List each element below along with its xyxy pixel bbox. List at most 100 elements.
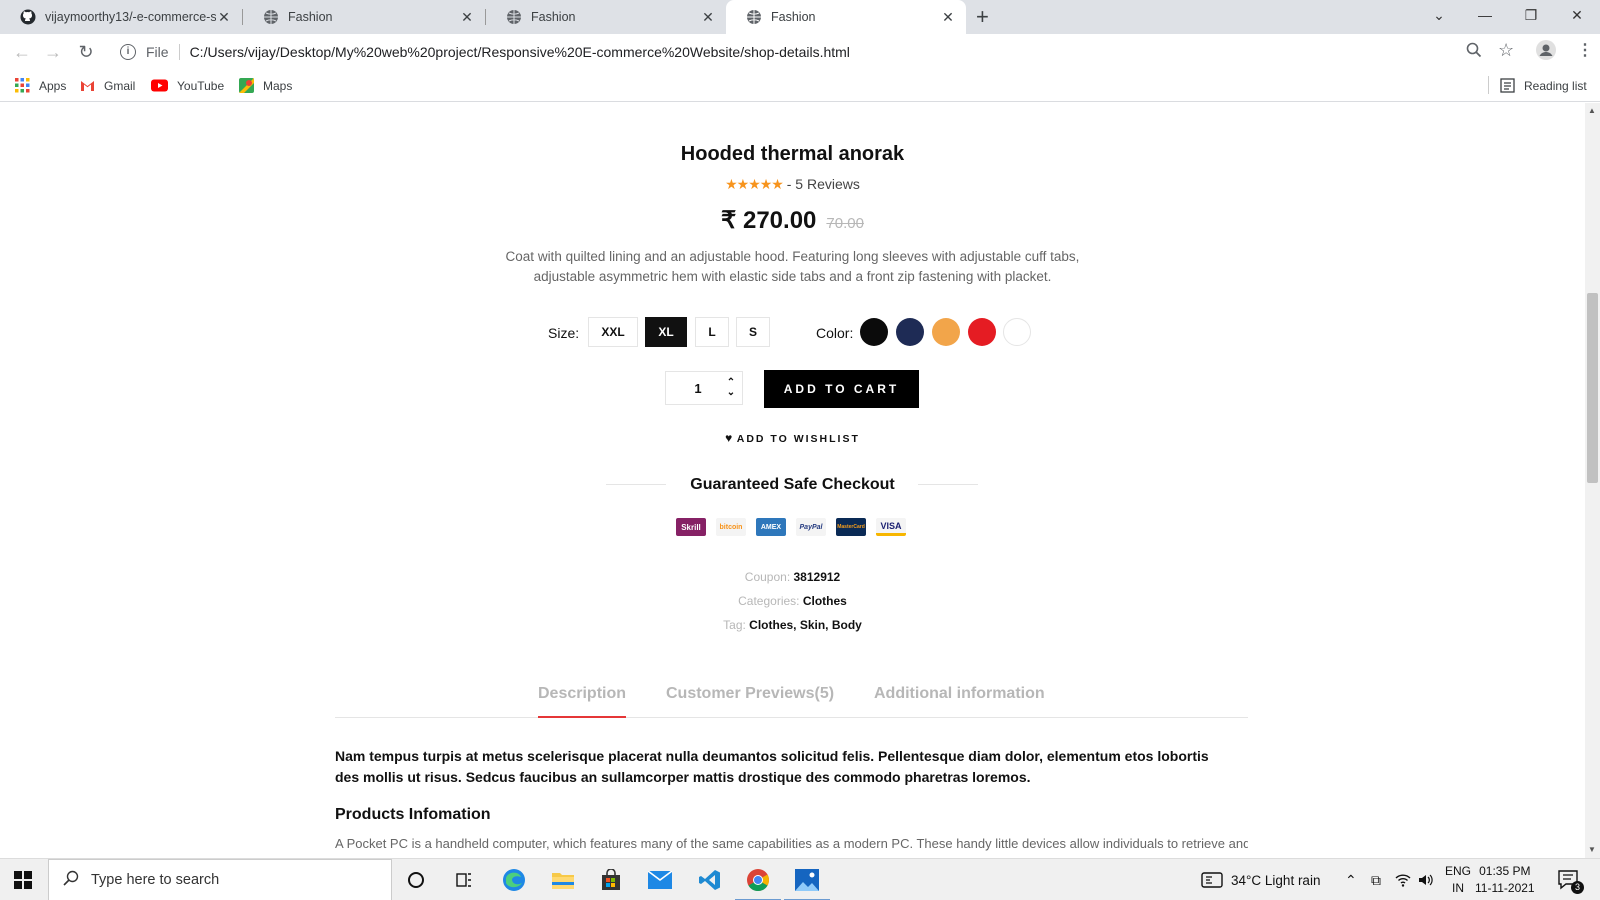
quantity-value[interactable]: 1	[666, 381, 720, 396]
clock-time: 01:35 PM	[1479, 864, 1531, 878]
bookmark-maps[interactable]: Maps	[239, 78, 292, 93]
coupon-row: Coupon: 3812912	[0, 570, 1585, 584]
show-hidden-icons-chevron-icon[interactable]: ⌃	[1345, 859, 1357, 900]
color-label: Color:	[816, 325, 854, 341]
scrollbar-thumb[interactable]	[1587, 293, 1598, 483]
browser-tab-fashion-1[interactable]: Fashion ✕	[243, 0, 485, 34]
taskbar-search-input[interactable]: Type here to search	[48, 859, 392, 900]
close-icon[interactable]: ✕	[940, 9, 956, 26]
clock-date: 11-11-2021	[1475, 881, 1535, 895]
restore-icon[interactable]: ❐	[1508, 0, 1554, 30]
input-language[interactable]: ENG IN	[1445, 863, 1471, 897]
device-icon[interactable]: ⧉	[1371, 859, 1381, 900]
color-swatch-navy[interactable]	[896, 318, 924, 346]
url-text: C:/Users/vijay/Desktop/My%20web%20projec…	[189, 44, 850, 60]
info-icon[interactable]: i	[120, 44, 136, 60]
product-rating: ★★★★★ - 5 Reviews	[0, 176, 1585, 193]
zoom-magnifier-icon[interactable]	[1466, 42, 1482, 63]
reload-icon[interactable]: ↻	[76, 42, 96, 62]
size-label: Size:	[548, 325, 580, 341]
notification-count-badge: 3	[1571, 881, 1584, 894]
categories-row: Categories: Clothes	[0, 594, 1585, 608]
tab-customer-previews[interactable]: Customer Previews(5)	[666, 685, 834, 703]
tab-title: Fashion	[531, 10, 576, 24]
product-price: ₹ 270.00 70.00	[0, 206, 1585, 235]
color-swatch-white[interactable]	[1003, 318, 1031, 346]
size-option-xl[interactable]: XL	[645, 317, 687, 347]
browser-tab-github[interactable]: vijaymoorthy13/-e-commerce-sit ✕	[0, 0, 242, 34]
color-swatch-orange[interactable]	[932, 318, 960, 346]
tab-additional-information[interactable]: Additional information	[874, 685, 1045, 703]
menu-kebab-icon[interactable]: ⋮	[1577, 40, 1593, 60]
mastercard-icon: MasterCard	[836, 518, 866, 536]
microsoft-store-icon[interactable]	[598, 867, 624, 893]
close-icon[interactable]: ✕	[700, 9, 716, 26]
taskbar-clock[interactable]: 01:35 PM 11-11-2021	[1475, 863, 1535, 897]
mail-icon[interactable]	[647, 867, 673, 893]
new-tab-icon[interactable]: +	[976, 4, 989, 30]
github-icon	[20, 9, 36, 25]
tabs-divider	[335, 717, 1248, 718]
address-bar[interactable]: i File C:/Users/vijay/Desktop/My%20web%2…	[112, 37, 1497, 67]
bookmark-label: YouTube	[177, 78, 225, 93]
windows-start-icon[interactable]	[14, 871, 32, 889]
review-count[interactable]: - 5 Reviews	[783, 176, 860, 192]
tab-strip: vijaymoorthy13/-e-commerce-sit ✕ Fashion…	[0, 0, 1600, 34]
close-icon[interactable]: ✕	[216, 9, 232, 26]
browser-tab-fashion-2[interactable]: Fashion ✕	[486, 0, 726, 34]
bookmark-label: Gmail	[104, 78, 136, 93]
vscode-icon[interactable]	[697, 867, 723, 893]
add-to-wishlist-link[interactable]: ♥ ADD TO WISHLIST	[0, 431, 1585, 445]
size-option-s[interactable]: S	[736, 317, 770, 347]
divider	[1488, 76, 1489, 94]
divider	[178, 44, 180, 60]
weather-widget[interactable]: 34°C Light rain	[1201, 859, 1320, 900]
bookmark-label: Maps	[263, 78, 293, 93]
wifi-icon[interactable]	[1395, 859, 1411, 900]
apps-grid-icon	[15, 78, 30, 93]
active-tab-underline	[538, 716, 626, 718]
task-view-icon[interactable]	[451, 867, 477, 893]
back-arrow-icon[interactable]: ←	[12, 42, 32, 62]
chrome-icon[interactable]	[735, 867, 781, 900]
bookmark-gmail[interactable]: Gmail	[80, 78, 135, 93]
globe-icon	[747, 10, 761, 24]
page-scrollbar[interactable]: ▲ ▼	[1585, 103, 1600, 858]
size-option-xxl[interactable]: XXL	[588, 317, 638, 347]
tab-description[interactable]: Description	[538, 685, 626, 703]
reading-list-label: Reading list	[1524, 78, 1587, 93]
quantity-stepper[interactable]: 1 ⌃ ⌄	[665, 371, 743, 405]
close-icon[interactable]: ✕	[459, 9, 475, 26]
scroll-down-icon[interactable]: ▼	[1588, 845, 1596, 854]
paragraph-line: Nam tempus turpis at metus scelerisque p…	[335, 748, 1209, 764]
bookmark-youtube[interactable]: YouTube	[151, 78, 224, 93]
notification-center-icon[interactable]: 3	[1558, 859, 1584, 900]
file-explorer-icon[interactable]	[550, 867, 576, 893]
color-swatch-black[interactable]	[860, 318, 888, 346]
globe-icon	[264, 10, 278, 24]
size-option-l[interactable]: L	[695, 317, 729, 347]
url-scheme: File	[146, 44, 169, 60]
stepper-arrows-icon[interactable]: ⌃ ⌄	[720, 378, 742, 398]
tab-search-chevron-icon[interactable]: ⌄	[1416, 0, 1462, 30]
bookmark-star-icon[interactable]: ☆	[1498, 40, 1514, 61]
weather-text: 34°C Light rain	[1231, 872, 1321, 888]
profile-avatar-icon[interactable]	[1536, 40, 1556, 65]
cortana-icon[interactable]	[403, 867, 429, 893]
weather-icon	[1201, 872, 1223, 888]
forward-arrow-icon[interactable]: →	[43, 42, 63, 62]
browser-tab-fashion-active[interactable]: Fashion ✕	[726, 0, 966, 34]
region-code: IN	[1452, 881, 1464, 895]
edge-browser-icon[interactable]	[501, 867, 527, 893]
add-to-cart-button[interactable]: ADD TO CART	[764, 370, 919, 408]
color-swatch-red[interactable]	[968, 318, 996, 346]
reading-list-button[interactable]: Reading list	[1500, 78, 1587, 93]
bookmark-apps[interactable]: Apps	[15, 78, 66, 93]
scroll-up-icon[interactable]: ▲	[1588, 106, 1596, 115]
photos-icon[interactable]	[784, 867, 830, 900]
tag-value: Clothes, Skin, Body	[749, 618, 862, 632]
volume-icon[interactable]	[1418, 859, 1434, 900]
tag-label: Tag:	[723, 618, 746, 632]
window-close-icon[interactable]: ✕	[1554, 0, 1600, 30]
minimize-icon[interactable]: —	[1462, 0, 1508, 30]
